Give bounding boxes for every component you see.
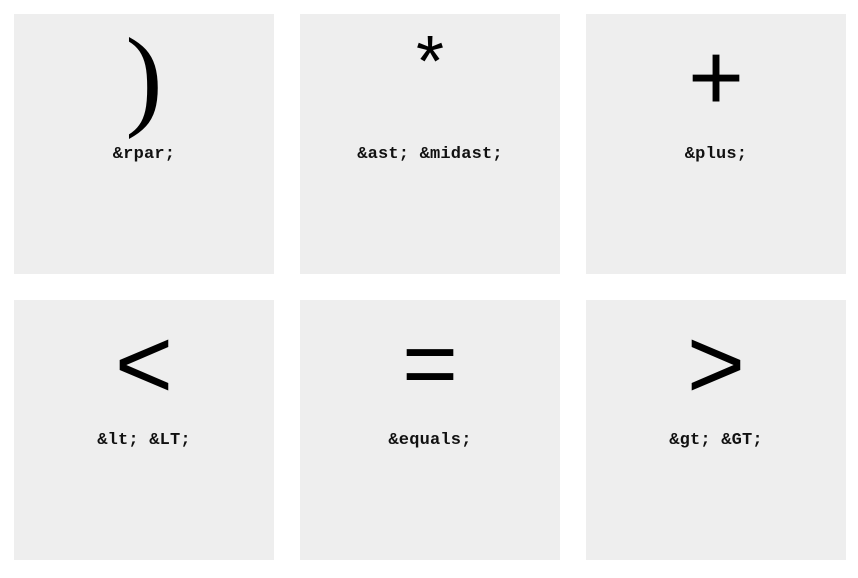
entity-card-grid: ) &rpar; * &ast; &midast; + &plus; < &lt…: [0, 0, 858, 578]
glyph-equals: =: [401, 310, 459, 417]
entity-card-lt: < &lt; &LT;: [14, 300, 274, 560]
entity-name-label: &rpar;: [112, 145, 176, 164]
entity-card-gt: > &gt; &GT;: [586, 300, 846, 560]
entity-card-rpar: ) &rpar;: [14, 14, 274, 274]
entity-name-label: &plus;: [684, 145, 748, 164]
entity-card-plus: + &plus;: [586, 14, 846, 274]
entity-name-label: &equals;: [388, 431, 472, 450]
glyph-right-parenthesis: ): [125, 16, 163, 140]
entity-name-label: &ast; &midast;: [357, 145, 503, 164]
entity-name-label: &gt; &GT;: [669, 431, 763, 450]
entity-card-ast: * &ast; &midast;: [300, 14, 560, 274]
glyph-greater-than: >: [686, 308, 746, 420]
entity-card-equals: = &equals;: [300, 300, 560, 560]
entity-name-label: &lt; &LT;: [97, 431, 191, 450]
glyph-asterisk: *: [415, 22, 445, 102]
glyph-less-than: <: [114, 308, 174, 420]
glyph-plus: +: [687, 24, 745, 131]
